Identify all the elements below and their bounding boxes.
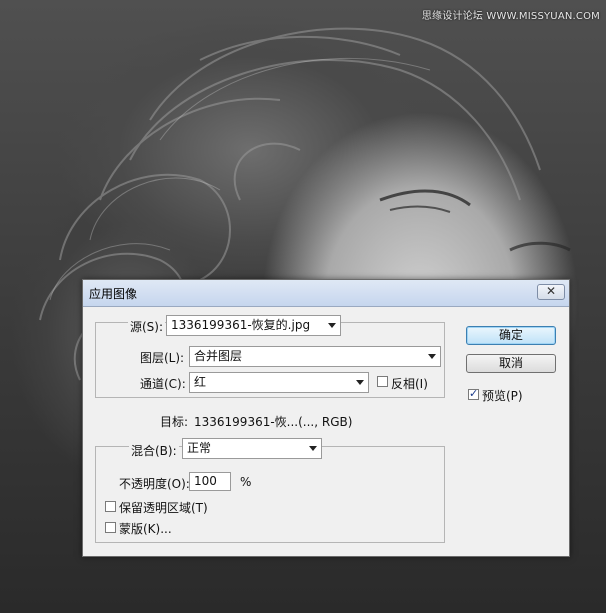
preserve-transparency-label: 保留透明区域(T): [119, 501, 208, 515]
opacity-label: 不透明度(O):: [119, 477, 190, 491]
chevron-down-icon: [309, 446, 317, 451]
layer-select-value: 合并图层: [194, 349, 243, 363]
ok-button[interactable]: 确定: [466, 326, 556, 345]
invert-checkbox[interactable]: [377, 376, 388, 387]
apply-image-dialog: 应用图像 ✕ 源(S): 1336199361-恢复的.jpg 图层(L): 合…: [82, 279, 570, 557]
cancel-button[interactable]: 取消: [466, 354, 556, 373]
dialog-title: 应用图像: [89, 287, 138, 301]
opacity-value: 100: [194, 474, 217, 488]
mask-label: 蒙版(K)...: [119, 522, 172, 536]
mask-checkbox[interactable]: [105, 522, 116, 533]
channel-select[interactable]: 红: [189, 372, 369, 393]
layer-label: 图层(L):: [140, 351, 185, 365]
source-select[interactable]: 1336199361-恢复的.jpg: [166, 315, 341, 336]
layer-select[interactable]: 合并图层: [189, 346, 441, 367]
channel-label: 通道(C):: [140, 377, 186, 391]
watermark-text: 思缘设计论坛 WWW.MISSYUAN.COM: [421, 11, 600, 22]
invert-label: 反相(I): [391, 377, 428, 391]
preserve-transparency-checkbox[interactable]: [105, 501, 116, 512]
dialog-titlebar[interactable]: 应用图像 ✕: [83, 280, 569, 307]
blending-label: 混合(B):: [129, 442, 179, 459]
close-icon: ✕: [545, 284, 557, 298]
source-select-value: 1336199361-恢复的.jpg: [171, 318, 311, 332]
close-button[interactable]: ✕: [537, 284, 565, 300]
channel-select-value: 红: [194, 375, 207, 389]
preview-label: 预览(P): [482, 389, 523, 403]
preview-checkbox[interactable]: [468, 387, 479, 400]
target-label: 目标:: [160, 415, 189, 429]
opacity-input[interactable]: 100: [189, 472, 231, 491]
chevron-down-icon: [356, 380, 364, 385]
blending-select[interactable]: 正常: [182, 438, 322, 459]
target-value: 1336199361-恢...(..., RGB): [194, 415, 353, 429]
blending-select-value: 正常: [187, 441, 212, 455]
source-label: 源(S):: [128, 318, 166, 335]
chevron-down-icon: [428, 354, 436, 359]
chevron-down-icon: [328, 323, 336, 328]
opacity-unit: %: [240, 475, 252, 489]
